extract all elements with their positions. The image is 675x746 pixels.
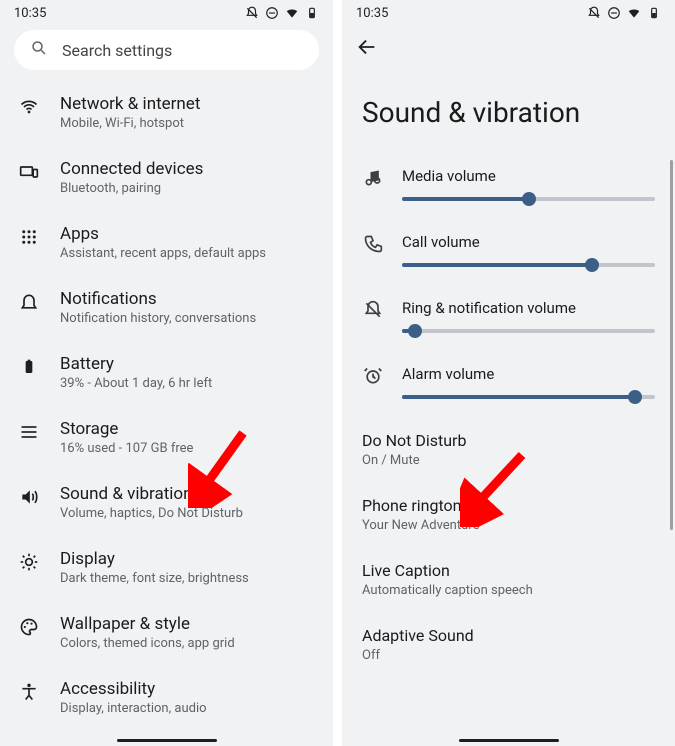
- slider-thumb[interactable]: [522, 192, 536, 206]
- battery-icon: [647, 6, 661, 20]
- row-sub: Notification history, conversations: [60, 311, 256, 326]
- ring-volume-slider[interactable]: Ring & notification volume: [342, 289, 675, 355]
- slider-thumb[interactable]: [408, 324, 422, 338]
- row-title: Battery: [60, 354, 212, 374]
- page-title: Sound & vibration: [342, 62, 675, 157]
- arrow-back-icon: [356, 36, 378, 58]
- row-sub: Assistant, recent apps, default apps: [60, 246, 266, 261]
- row-sub: 16% used - 107 GB free: [60, 441, 193, 456]
- palette-icon: [18, 616, 40, 638]
- row-title: Sound & vibration: [60, 484, 243, 504]
- sound-vibration-screen: 10:35 Sound & vibration Media volume Call…: [342, 0, 675, 746]
- slider-label: Media volume: [402, 167, 655, 185]
- row-title: Live Caption: [362, 561, 655, 580]
- bell-off-icon: [362, 300, 384, 320]
- alarm-icon: [362, 366, 384, 386]
- slider-track[interactable]: [402, 263, 655, 267]
- status-time: 10:35: [14, 6, 46, 21]
- row-title: Wallpaper & style: [60, 614, 235, 634]
- slider-track[interactable]: [402, 329, 655, 333]
- scrollbar[interactable]: [670, 160, 673, 530]
- row-sub: Colors, themed icons, app grid: [60, 636, 235, 651]
- wifi-icon: [18, 96, 40, 118]
- search-settings[interactable]: Search settings: [14, 30, 319, 70]
- battery-icon: [18, 356, 40, 378]
- row-sub: Your New Adventure: [362, 518, 655, 533]
- media-volume-slider[interactable]: Media volume: [342, 157, 675, 223]
- row-title: Network & internet: [60, 94, 200, 114]
- dnd-off-icon: [245, 6, 259, 20]
- row-title: Connected devices: [60, 159, 203, 179]
- nav-bar-hint[interactable]: [459, 739, 559, 742]
- row-ringtone[interactable]: Phone ringtone Your New Adventure: [342, 486, 675, 551]
- row-network[interactable]: Network & internet Mobile, Wi-Fi, hotspot: [0, 80, 333, 145]
- row-sub: Off: [362, 648, 655, 663]
- row-apps[interactable]: Apps Assistant, recent apps, default apps: [0, 210, 333, 275]
- row-title: Adaptive Sound: [362, 626, 655, 645]
- row-notifications[interactable]: Notifications Notification history, conve…: [0, 275, 333, 340]
- wifi-icon: [627, 6, 641, 20]
- status-time: 10:35: [356, 6, 388, 21]
- bell-icon: [18, 291, 40, 313]
- call-volume-slider[interactable]: Call volume: [342, 223, 675, 289]
- row-connected[interactable]: Connected devices Bluetooth, pairing: [0, 145, 333, 210]
- row-title: Apps: [60, 224, 266, 244]
- row-sub: On / Mute: [362, 453, 655, 468]
- row-sub: Display, interaction, audio: [60, 701, 207, 716]
- accessibility-icon: [18, 681, 40, 703]
- slider-thumb[interactable]: [628, 390, 642, 404]
- row-sub: Volume, haptics, Do Not Disturb: [60, 506, 243, 521]
- row-live-caption[interactable]: Live Caption Automatically caption speech: [342, 551, 675, 616]
- row-title: Phone ringtone: [362, 496, 655, 515]
- wifi-icon: [285, 6, 299, 20]
- row-sub: 39% - About 1 day, 6 hr left: [60, 376, 212, 391]
- row-sub: Bluetooth, pairing: [60, 181, 203, 196]
- music-note-icon: [362, 168, 384, 188]
- settings-screen: 10:35 Search settings Network & internet…: [0, 0, 333, 746]
- search-icon: [30, 39, 48, 61]
- slider-thumb[interactable]: [585, 258, 599, 272]
- row-sub: Dark theme, font size, brightness: [60, 571, 249, 586]
- nav-bar-hint[interactable]: [117, 739, 217, 742]
- search-label: Search settings: [62, 41, 172, 60]
- slider-track[interactable]: [402, 395, 655, 399]
- devices-icon: [18, 161, 40, 183]
- slider-track[interactable]: [402, 197, 655, 201]
- phone-icon: [362, 234, 384, 254]
- row-accessibility[interactable]: Accessibility Display, interaction, audio: [0, 665, 333, 730]
- row-title: Do Not Disturb: [362, 431, 655, 450]
- row-title: Accessibility: [60, 679, 207, 699]
- status-bar: 10:35: [0, 0, 333, 26]
- row-title: Storage: [60, 419, 193, 439]
- status-bar: 10:35: [342, 0, 675, 26]
- back-button[interactable]: [342, 26, 675, 62]
- row-adaptive-sound[interactable]: Adaptive Sound Off: [342, 616, 675, 681]
- row-battery[interactable]: Battery 39% - About 1 day, 6 hr left: [0, 340, 333, 405]
- row-title: Display: [60, 549, 249, 569]
- row-sound[interactable]: Sound & vibration Volume, haptics, Do Not…: [0, 470, 333, 535]
- sound-icon: [18, 486, 40, 508]
- slider-label: Alarm volume: [402, 365, 655, 383]
- row-sub: Automatically caption speech: [362, 583, 655, 598]
- row-sub: Mobile, Wi-Fi, hotspot: [60, 116, 200, 131]
- row-title: Notifications: [60, 289, 256, 309]
- storage-icon: [18, 421, 40, 443]
- apps-icon: [18, 226, 40, 248]
- dnd-icon: [265, 6, 279, 20]
- status-icons: [587, 6, 661, 20]
- slider-label: Call volume: [402, 233, 655, 251]
- row-dnd[interactable]: Do Not Disturb On / Mute: [342, 421, 675, 486]
- alarm-volume-slider[interactable]: Alarm volume: [342, 355, 675, 421]
- row-storage[interactable]: Storage 16% used - 107 GB free: [0, 405, 333, 470]
- row-display[interactable]: Display Dark theme, font size, brightness: [0, 535, 333, 600]
- slider-label: Ring & notification volume: [402, 299, 655, 317]
- screenshot-divider: [333, 0, 342, 746]
- row-wallpaper[interactable]: Wallpaper & style Colors, themed icons, a…: [0, 600, 333, 665]
- dnd-icon: [607, 6, 621, 20]
- brightness-icon: [18, 551, 40, 573]
- battery-icon: [305, 6, 319, 20]
- status-icons: [245, 6, 319, 20]
- dnd-off-icon: [587, 6, 601, 20]
